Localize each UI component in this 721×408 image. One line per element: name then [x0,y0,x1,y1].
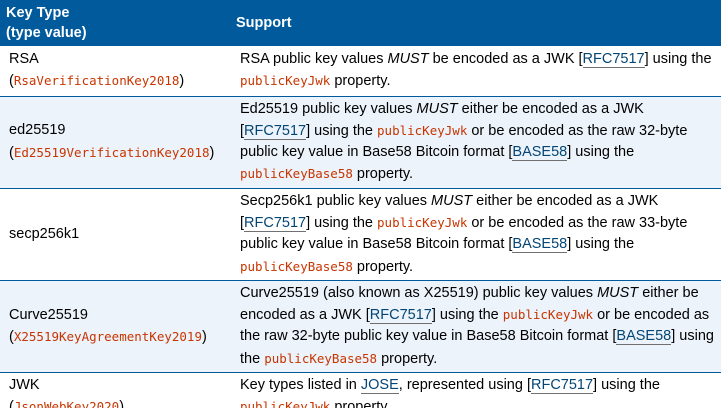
must-keyword: MUST [387,50,429,67]
type-value-code: JsonWebKey2020 [13,399,120,408]
support-text: RSA public key values [240,50,388,67]
public-key-base58-code: publicKeyBase58 [240,166,353,182]
support-cell: RSA public key values MUST be encoded as… [231,46,721,97]
support-text: Secp256k1 public key values [240,192,432,209]
support-cell: Key types listed in JOSE, represented us… [231,372,721,408]
rfc7517-link[interactable]: RFC7517 [582,50,645,68]
support-text: property. [377,350,438,367]
public-key-jwk-code: publicKeyJwk [377,214,468,230]
type-value: (RsaVerificationKey2018) [9,73,185,90]
table-row-curve25519: Curve25519 (X25519KeyAgreementKey2019) C… [0,280,721,374]
support-text: ] using the [306,122,378,139]
rfc7517-link[interactable]: RFC7517 [244,214,307,232]
support-text: ] using the [431,307,503,324]
key-types-table: Key Type (type value) Support RSA (RsaVe… [0,0,721,408]
support-text: Ed25519 public key values [240,100,417,117]
support-text: property. [352,166,414,183]
must-keyword: MUST [416,100,458,117]
table-row-ed25519: ed25519 (Ed25519VerificationKey2018) Ed2… [0,96,721,189]
key-name: RSA [9,50,39,67]
must-keyword: MUST [597,284,639,301]
type-value: (Ed25519VerificationKey2018) [9,144,215,161]
base58-link[interactable]: BASE58 [616,328,672,346]
type-value-code: Ed25519VerificationKey2018 [13,144,210,160]
support-cell: Secp256k1 public key values MUST either … [231,188,721,281]
table-header-row: Key Type (type value) Support [0,0,721,46]
key-name: ed25519 [9,122,66,139]
table-row-jwk: JWK (JsonWebKey2020) Key types listed in… [0,372,721,408]
public-key-jwk-code: publicKeyJwk [502,307,594,323]
key-name: Curve25519 [9,306,88,323]
type-value: (X25519KeyAgreementKey2019) [9,328,207,345]
table-row-secp256k1: secp256k1 Secp256k1 public key values MU… [0,188,721,281]
public-key-jwk-code: publicKeyJwk [240,399,331,408]
support-cell: Ed25519 public key values MUST either be… [231,96,721,189]
key-type-cell: secp256k1 [0,188,231,281]
header-type-value-label: (type value) [6,25,87,41]
jose-link[interactable]: JOSE [360,377,399,395]
public-key-jwk-code: publicKeyJwk [240,73,331,89]
public-key-jwk-code: publicKeyJwk [377,122,468,138]
support-cell: Curve25519 (also known as X25519) public… [231,280,721,374]
rfc7517-link[interactable]: RFC7517 [369,307,432,325]
key-type-cell: JWK (JsonWebKey2020) [0,372,231,408]
must-keyword: MUST [431,192,473,209]
support-text: property. [352,258,414,275]
support-text: Curve25519 (also known as X25519) public… [240,284,598,301]
type-value-code: X25519KeyAgreementKey2019 [13,328,202,344]
support-text: ] using the [593,377,660,394]
header-support: Support [231,0,721,46]
key-type-cell: RSA (RsaVerificationKey2018) [0,46,231,97]
public-key-base58-code: publicKeyBase58 [240,258,353,274]
support-text: ] using the [567,236,635,253]
support-text: ] using the [644,50,712,67]
header-key-type: Key Type (type value) [0,0,231,46]
support-text: property. [330,73,391,90]
rfc7517-link[interactable]: RFC7517 [530,377,594,395]
rfc7517-link[interactable]: RFC7517 [244,122,307,140]
support-text: property. [330,399,391,408]
support-text: Key types listed in [240,377,361,394]
support-text: ] using the [306,214,378,231]
header-key-type-label: Key Type [6,5,70,21]
key-type-cell: Curve25519 (X25519KeyAgreementKey2019) [0,280,231,374]
support-text: be encoded as a JWK [ [428,50,583,67]
base58-link[interactable]: BASE58 [512,236,568,254]
header-support-label: Support [236,15,292,31]
key-name: JWK [9,377,40,394]
type-value: (JsonWebKey2020) [9,399,124,408]
base58-link[interactable]: BASE58 [512,144,568,162]
support-text: , represented using [ [398,377,531,394]
table-row-rsa: RSA (RsaVerificationKey2018) RSA public … [0,46,721,97]
key-name: secp256k1 [9,225,80,242]
key-type-cell: ed25519 (Ed25519VerificationKey2018) [0,96,231,189]
type-value-code: RsaVerificationKey2018 [13,73,180,89]
support-text: ] using the [567,144,635,161]
public-key-base58-code: publicKeyBase58 [264,350,378,366]
